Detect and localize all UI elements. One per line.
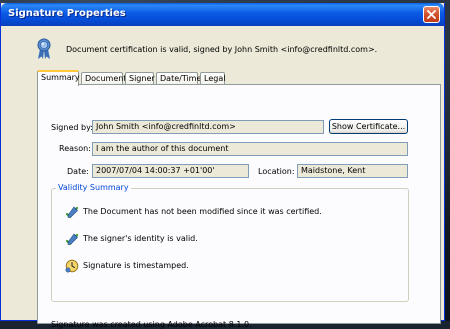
date-field[interactable]: 2007/07/04 14:00:37 +01'00' <box>92 164 249 178</box>
location-field[interactable]: Maidstone, Kent <box>297 164 408 178</box>
title-bar[interactable]: Signature Properties <box>1 3 444 26</box>
created-with-text: Signature was created using Adobe Acroba… <box>51 320 252 329</box>
signature-properties-dialog: Signature Properties Document certificat… <box>0 3 445 329</box>
tab-label: Signer <box>129 74 155 83</box>
validity-summary-legend: Validity Summary <box>56 183 131 192</box>
summary-panel: Signed by: John Smith <info@credfinltd.c… <box>37 84 441 329</box>
validity-item-not-modified: The Document has not been modified since… <box>83 207 322 216</box>
tab-label: Summary <box>41 73 80 82</box>
window-title: Signature Properties <box>8 8 126 19</box>
pen-check-icon <box>65 233 79 246</box>
location-label: Location: <box>258 167 295 176</box>
timestamp-clock-icon <box>65 259 79 273</box>
validity-item-identity-valid: The signer's identity is valid. <box>83 234 198 243</box>
certificate-ribbon-icon <box>37 38 51 59</box>
pen-check-icon <box>65 206 79 219</box>
close-icon <box>427 10 436 19</box>
certification-status-message: Document certification is valid, signed … <box>66 45 378 54</box>
reason-label: Reason: <box>59 144 91 153</box>
tab-label: Document <box>85 74 127 83</box>
dialog-body: Document certification is valid, signed … <box>5 26 442 329</box>
signed-by-field[interactable]: John Smith <info@credfinltd.com> <box>92 120 324 134</box>
signed-by-label: Signed by: <box>51 123 93 132</box>
reason-field[interactable]: I am the author of this document <box>92 142 408 156</box>
validity-item-timestamped: Signature is timestamped. <box>83 261 189 270</box>
date-label: Date: <box>67 167 89 176</box>
tab-summary[interactable]: Summary <box>37 70 80 86</box>
validity-summary-group: Validity Summary The Document has not be… <box>51 183 409 302</box>
tab-label: Legal <box>204 74 226 83</box>
show-certificate-button[interactable]: Show Certificate... <box>329 119 408 134</box>
tab-label: Date/Time <box>160 74 202 83</box>
close-button[interactable] <box>423 6 440 23</box>
